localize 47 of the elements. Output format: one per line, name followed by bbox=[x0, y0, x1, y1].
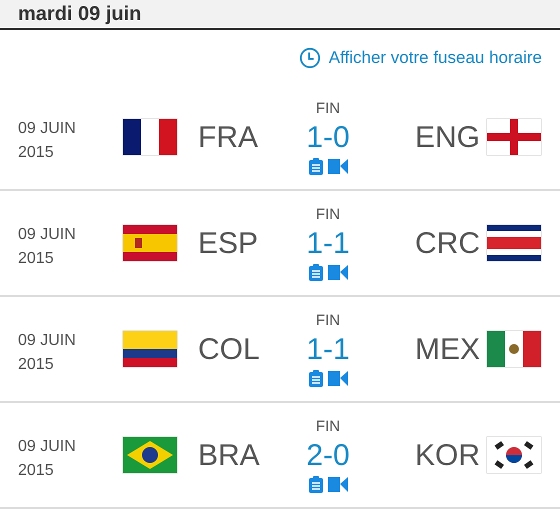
match-row[interactable]: 09 JUIN 2015 FRA FIN 1-0 ENG bbox=[0, 85, 560, 191]
flag-icon bbox=[122, 118, 178, 156]
team-code: COL bbox=[198, 332, 261, 368]
video-icon[interactable] bbox=[328, 369, 348, 387]
match-score: 1-0 bbox=[306, 120, 350, 156]
team-code: KOR bbox=[414, 438, 480, 474]
flag-icon bbox=[486, 224, 542, 262]
match-status: FIN bbox=[316, 99, 340, 119]
match-score: 2-0 bbox=[306, 438, 350, 474]
flag-icon bbox=[486, 330, 542, 368]
video-icon[interactable] bbox=[328, 157, 348, 175]
team-code: ESP bbox=[198, 226, 260, 262]
flag-icon bbox=[122, 330, 178, 368]
flag-icon bbox=[122, 224, 178, 262]
team-code: MEX bbox=[414, 332, 480, 368]
match-year: 2015 bbox=[18, 249, 55, 269]
clipboard-icon[interactable] bbox=[308, 263, 324, 281]
clipboard-icon[interactable] bbox=[308, 475, 324, 493]
match-score: 1-1 bbox=[306, 332, 350, 368]
match-date: 09 JUIN bbox=[18, 119, 77, 139]
match-row[interactable]: 09 JUIN 2015 ESP FIN 1-1 CRC bbox=[0, 191, 560, 297]
date-title: mardi 09 juin bbox=[18, 4, 142, 24]
match-row[interactable]: 09 JUIN 2015 BRA FIN 2-0 KOR bbox=[0, 403, 560, 509]
timezone-link[interactable]: Afficher votre fuseau horaire bbox=[298, 44, 542, 70]
clipboard-icon[interactable] bbox=[308, 157, 324, 175]
team-code: ENG bbox=[414, 120, 480, 156]
team-code: FRA bbox=[198, 120, 259, 156]
video-icon[interactable] bbox=[328, 263, 348, 281]
video-icon[interactable] bbox=[328, 475, 348, 493]
match-year: 2015 bbox=[18, 461, 55, 481]
clock-icon bbox=[298, 46, 321, 68]
match-status: FIN bbox=[316, 417, 340, 437]
match-year: 2015 bbox=[18, 355, 55, 375]
match-row[interactable]: 09 JUIN 2015 COL FIN 1-1 MEX bbox=[0, 297, 560, 403]
match-date: 09 JUIN bbox=[18, 331, 77, 351]
match-date: 09 JUIN bbox=[18, 225, 77, 245]
flag-icon bbox=[122, 436, 178, 474]
match-status: FIN bbox=[316, 311, 340, 331]
clipboard-icon[interactable] bbox=[308, 369, 324, 387]
flag-icon bbox=[486, 118, 542, 156]
flag-icon bbox=[486, 436, 542, 474]
match-score: 1-1 bbox=[306, 226, 350, 262]
match-year: 2015 bbox=[18, 143, 55, 163]
team-code: BRA bbox=[198, 438, 261, 474]
match-date: 09 JUIN bbox=[18, 437, 77, 457]
match-status: FIN bbox=[316, 205, 340, 225]
team-code: CRC bbox=[414, 226, 480, 262]
